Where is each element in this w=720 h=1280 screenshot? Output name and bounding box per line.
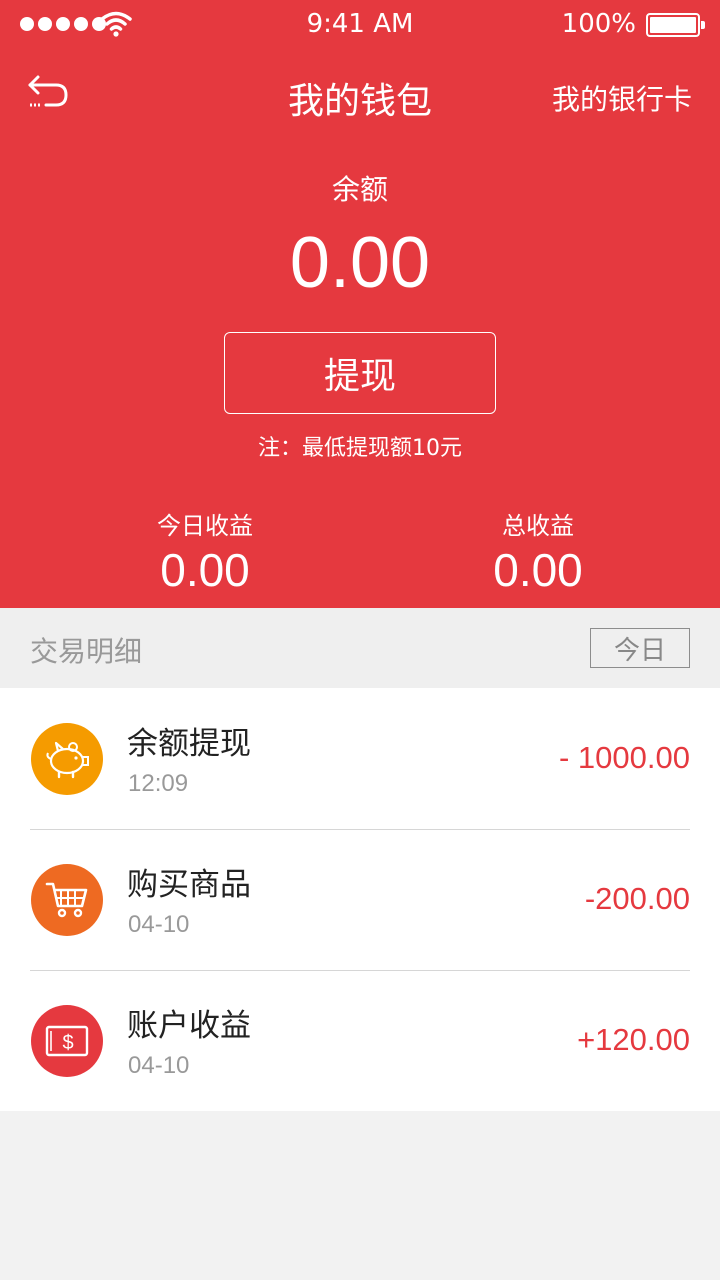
transaction-title: 余额提现	[127, 726, 251, 762]
transaction-amount: - 1000.00	[559, 740, 690, 775]
transaction-list: 余额提现 12:09 - 1000.00 购买商品 04-10 -200.00 …	[0, 688, 720, 1111]
today-earnings-label: 今日收益	[157, 512, 253, 540]
list-item[interactable]: $ 账户收益 04-10 +120.00	[0, 970, 720, 1111]
battery-percentage: 100%	[561, 9, 636, 39]
total-earnings: 总收益 0.00	[388, 506, 688, 597]
transaction-title: 购买商品	[127, 867, 251, 903]
transaction-date: 04-10	[128, 1052, 190, 1079]
today-earnings: 今日收益 0.00	[55, 506, 355, 597]
list-item[interactable]: 购买商品 04-10 -200.00	[0, 829, 720, 970]
list-item[interactable]: 余额提现 12:09 - 1000.00	[0, 688, 720, 829]
total-earnings-label: 总收益	[502, 512, 574, 540]
transaction-date: 04-10	[128, 911, 190, 938]
transaction-title: 账户收益	[127, 1008, 251, 1044]
date-filter-button[interactable]: 今日	[590, 628, 690, 668]
status-bar: 9:41 AM 100%	[0, 0, 720, 50]
dollar-card-icon: $	[31, 1005, 103, 1077]
total-earnings-value: 0.00	[493, 544, 583, 596]
transaction-amount: -200.00	[584, 881, 690, 916]
transactions-title: 交易明细	[30, 635, 143, 668]
withdraw-button[interactable]: 提现	[224, 332, 496, 414]
balance-value: 0.00	[289, 223, 431, 303]
shopping-cart-icon	[31, 864, 103, 936]
wallet-header: 9:41 AM 100% 我的钱包 我的银行卡 余额 0.00 提现 注：最低提…	[0, 0, 720, 608]
transaction-time: 12:09	[128, 770, 189, 797]
battery-icon	[646, 13, 705, 37]
transaction-amount: +120.00	[577, 1022, 690, 1057]
balance-label: 余额	[331, 173, 388, 206]
my-bank-card-link[interactable]: 我的银行卡	[552, 78, 692, 118]
transactions-header: 交易明细 今日	[0, 608, 720, 688]
svg-text:$: $	[62, 1032, 73, 1054]
piggy-bank-icon	[31, 723, 103, 795]
today-earnings-value: 0.00	[160, 544, 250, 596]
withdraw-note: 注：最低提现额10元	[258, 436, 462, 461]
